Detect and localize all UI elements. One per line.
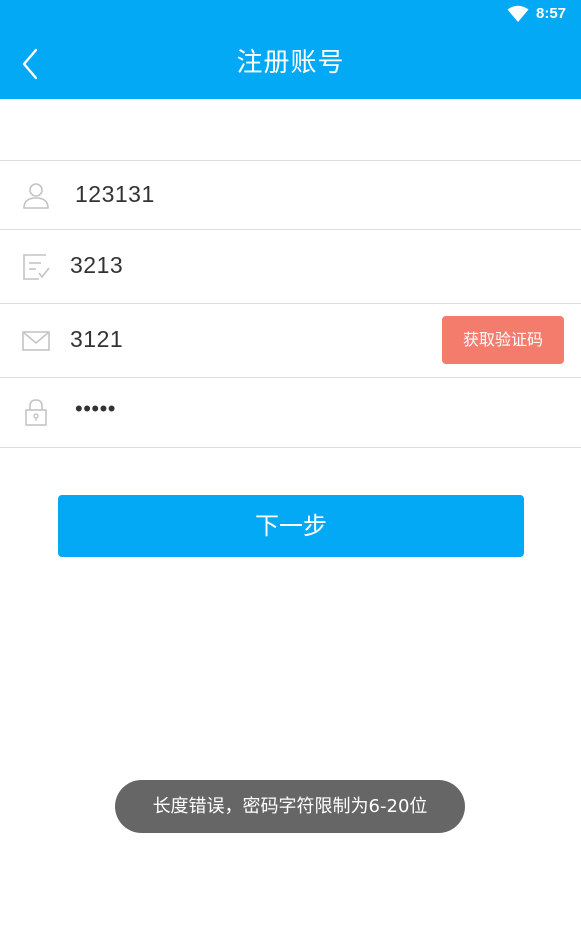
status-bar: 8:57 <box>0 0 581 30</box>
user-icon <box>23 183 49 209</box>
mail-icon <box>22 331 50 351</box>
username-row[interactable]: 123131 <box>0 160 581 230</box>
edit-check-icon <box>23 254 50 280</box>
password-row[interactable]: ••••• <box>0 378 581 448</box>
email-input[interactable]: 3121 <box>70 326 123 353</box>
get-code-button[interactable]: 获取验证码 <box>442 316 564 364</box>
toast-message: 长度错误，密码字符限制为6-20位 <box>115 780 465 833</box>
username-input[interactable]: 123131 <box>75 181 155 208</box>
app-bar: 注册账号 <box>0 30 581 99</box>
next-step-button[interactable]: 下一步 <box>58 495 524 557</box>
page-title: 注册账号 <box>236 48 345 78</box>
password-input[interactable]: ••••• <box>75 396 116 422</box>
nickname-input[interactable]: 3213 <box>70 252 123 279</box>
lock-icon <box>25 399 47 426</box>
wifi-icon <box>507 5 529 22</box>
nickname-row[interactable]: 3213 <box>0 230 581 304</box>
status-time: 8:57 <box>536 5 567 22</box>
